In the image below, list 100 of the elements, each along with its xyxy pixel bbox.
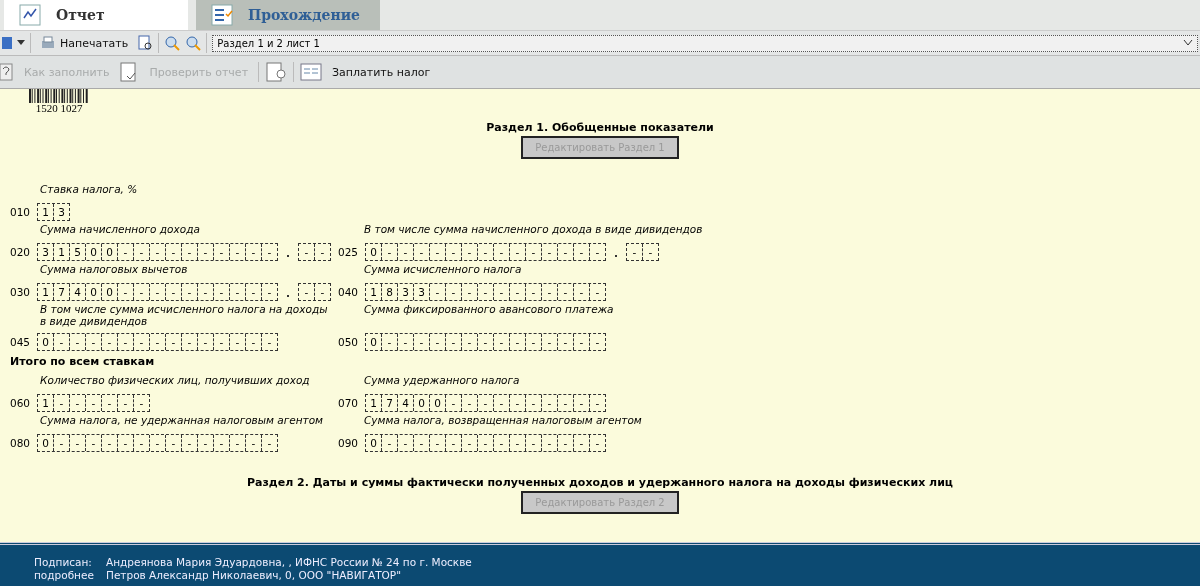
digit-cell[interactable]: - bbox=[165, 244, 181, 260]
digit-cell[interactable]: - bbox=[525, 284, 541, 300]
digit-cell[interactable]: - bbox=[589, 244, 605, 260]
digit-cell[interactable]: - bbox=[197, 435, 213, 451]
digit-cell[interactable]: - bbox=[541, 395, 557, 411]
digit-cell[interactable]: - bbox=[525, 244, 541, 260]
print-button[interactable]: Напечатать bbox=[36, 34, 133, 52]
digit-cell[interactable]: - bbox=[413, 244, 429, 260]
digit-cell[interactable]: - bbox=[85, 395, 101, 411]
digit-cell[interactable]: - bbox=[197, 334, 213, 350]
digit-cell[interactable]: - bbox=[149, 334, 165, 350]
digit-cell[interactable]: - bbox=[261, 334, 277, 350]
digit-cell[interactable]: 1 bbox=[38, 284, 53, 300]
digit-cell[interactable]: - bbox=[509, 334, 525, 350]
digit-cell[interactable]: - bbox=[85, 435, 101, 451]
digit-cell[interactable]: - bbox=[229, 334, 245, 350]
digit-cell[interactable]: - bbox=[229, 244, 245, 260]
digit-cell[interactable]: - bbox=[477, 395, 493, 411]
digit-cell[interactable]: - bbox=[429, 334, 445, 350]
digit-cell[interactable]: - bbox=[245, 334, 261, 350]
digit-cell[interactable]: - bbox=[165, 435, 181, 451]
digit-cell[interactable]: - bbox=[314, 284, 330, 300]
digit-cell[interactable]: - bbox=[397, 244, 413, 260]
digit-cell[interactable]: 0 bbox=[101, 284, 117, 300]
digit-cell[interactable]: 0 bbox=[38, 334, 53, 350]
digit-cell[interactable]: - bbox=[117, 395, 133, 411]
digit-cell[interactable]: - bbox=[261, 244, 277, 260]
digit-cell[interactable]: - bbox=[627, 244, 642, 260]
digit-cell[interactable]: - bbox=[541, 244, 557, 260]
digit-cell[interactable]: - bbox=[133, 334, 149, 350]
digit-cell[interactable]: - bbox=[165, 284, 181, 300]
caret-icon[interactable] bbox=[17, 40, 25, 46]
tab[interactable]: Прохождение bbox=[196, 0, 380, 30]
digit-cell[interactable]: - bbox=[461, 435, 477, 451]
digit-cell[interactable]: - bbox=[165, 334, 181, 350]
digit-cell[interactable]: - bbox=[197, 244, 213, 260]
document-icon[interactable] bbox=[265, 61, 288, 83]
digit-cell[interactable]: 1 bbox=[366, 284, 381, 300]
digit-cell[interactable]: - bbox=[525, 435, 541, 451]
digit-cell[interactable]: - bbox=[181, 284, 197, 300]
digit-cell[interactable]: 0 bbox=[366, 435, 381, 451]
digit-cell[interactable]: - bbox=[573, 244, 589, 260]
digit-cell[interactable]: - bbox=[493, 334, 509, 350]
digit-cell[interactable]: - bbox=[429, 284, 445, 300]
digit-cell[interactable]: - bbox=[53, 435, 69, 451]
digit-cell[interactable]: - bbox=[69, 334, 85, 350]
digit-cell[interactable]: - bbox=[133, 244, 149, 260]
digit-cell[interactable]: - bbox=[509, 284, 525, 300]
digit-cell[interactable]: - bbox=[493, 284, 509, 300]
digit-cell[interactable]: - bbox=[557, 435, 573, 451]
digit-cell[interactable]: - bbox=[117, 435, 133, 451]
zoom-icon[interactable] bbox=[164, 35, 181, 51]
zoom-icon[interactable] bbox=[185, 35, 202, 51]
digit-cell[interactable]: - bbox=[85, 334, 101, 350]
digit-cell[interactable]: 3 bbox=[53, 204, 69, 220]
digit-cell[interactable]: - bbox=[477, 244, 493, 260]
digit-cell[interactable]: - bbox=[229, 435, 245, 451]
digit-cell[interactable]: 1 bbox=[38, 204, 53, 220]
digit-cell[interactable]: - bbox=[445, 244, 461, 260]
digit-cell[interactable]: - bbox=[642, 244, 658, 260]
digit-cell[interactable]: - bbox=[461, 334, 477, 350]
digit-cell[interactable]: - bbox=[493, 244, 509, 260]
digit-cell[interactable]: - bbox=[117, 284, 133, 300]
digit-cell[interactable]: - bbox=[213, 284, 229, 300]
tab[interactable]: Отчет bbox=[4, 0, 188, 30]
digit-cell[interactable]: - bbox=[477, 334, 493, 350]
digit-cell[interactable]: - bbox=[117, 334, 133, 350]
digit-cell[interactable]: - bbox=[245, 244, 261, 260]
digit-cell[interactable]: - bbox=[149, 284, 165, 300]
digit-cell[interactable]: - bbox=[213, 334, 229, 350]
digit-cell[interactable]: - bbox=[149, 244, 165, 260]
digit-cell[interactable]: 0 bbox=[38, 435, 53, 451]
digit-cell[interactable]: - bbox=[509, 244, 525, 260]
digit-cell[interactable]: 8 bbox=[381, 284, 397, 300]
digit-cell[interactable]: - bbox=[445, 395, 461, 411]
digit-cell[interactable]: - bbox=[429, 435, 445, 451]
action-button[interactable]: Заплатить налог bbox=[328, 63, 435, 81]
digit-cell[interactable]: - bbox=[299, 244, 314, 260]
digit-cell[interactable]: - bbox=[413, 334, 429, 350]
digit-cell[interactable]: - bbox=[525, 395, 541, 411]
digit-cell[interactable]: - bbox=[181, 334, 197, 350]
digit-cell[interactable]: - bbox=[461, 284, 477, 300]
digit-cell[interactable]: - bbox=[299, 284, 314, 300]
digit-cell[interactable]: - bbox=[261, 284, 277, 300]
digit-cell[interactable]: 0 bbox=[85, 244, 101, 260]
digit-cell[interactable]: - bbox=[509, 395, 525, 411]
digit-cell[interactable]: 4 bbox=[397, 395, 413, 411]
digit-cell[interactable]: 1 bbox=[53, 244, 69, 260]
digit-cell[interactable]: 0 bbox=[366, 244, 381, 260]
digit-cell[interactable]: - bbox=[53, 395, 69, 411]
digit-cell[interactable]: - bbox=[117, 244, 133, 260]
digit-cell[interactable]: - bbox=[573, 334, 589, 350]
digit-cell[interactable]: - bbox=[101, 435, 117, 451]
digit-cell[interactable]: - bbox=[245, 284, 261, 300]
digit-cell[interactable]: 0 bbox=[429, 395, 445, 411]
digit-cell[interactable]: - bbox=[461, 244, 477, 260]
digit-cell[interactable]: 1 bbox=[38, 395, 53, 411]
digit-cell[interactable]: - bbox=[381, 435, 397, 451]
digit-cell[interactable]: 3 bbox=[38, 244, 53, 260]
digit-cell[interactable]: 5 bbox=[69, 244, 85, 260]
